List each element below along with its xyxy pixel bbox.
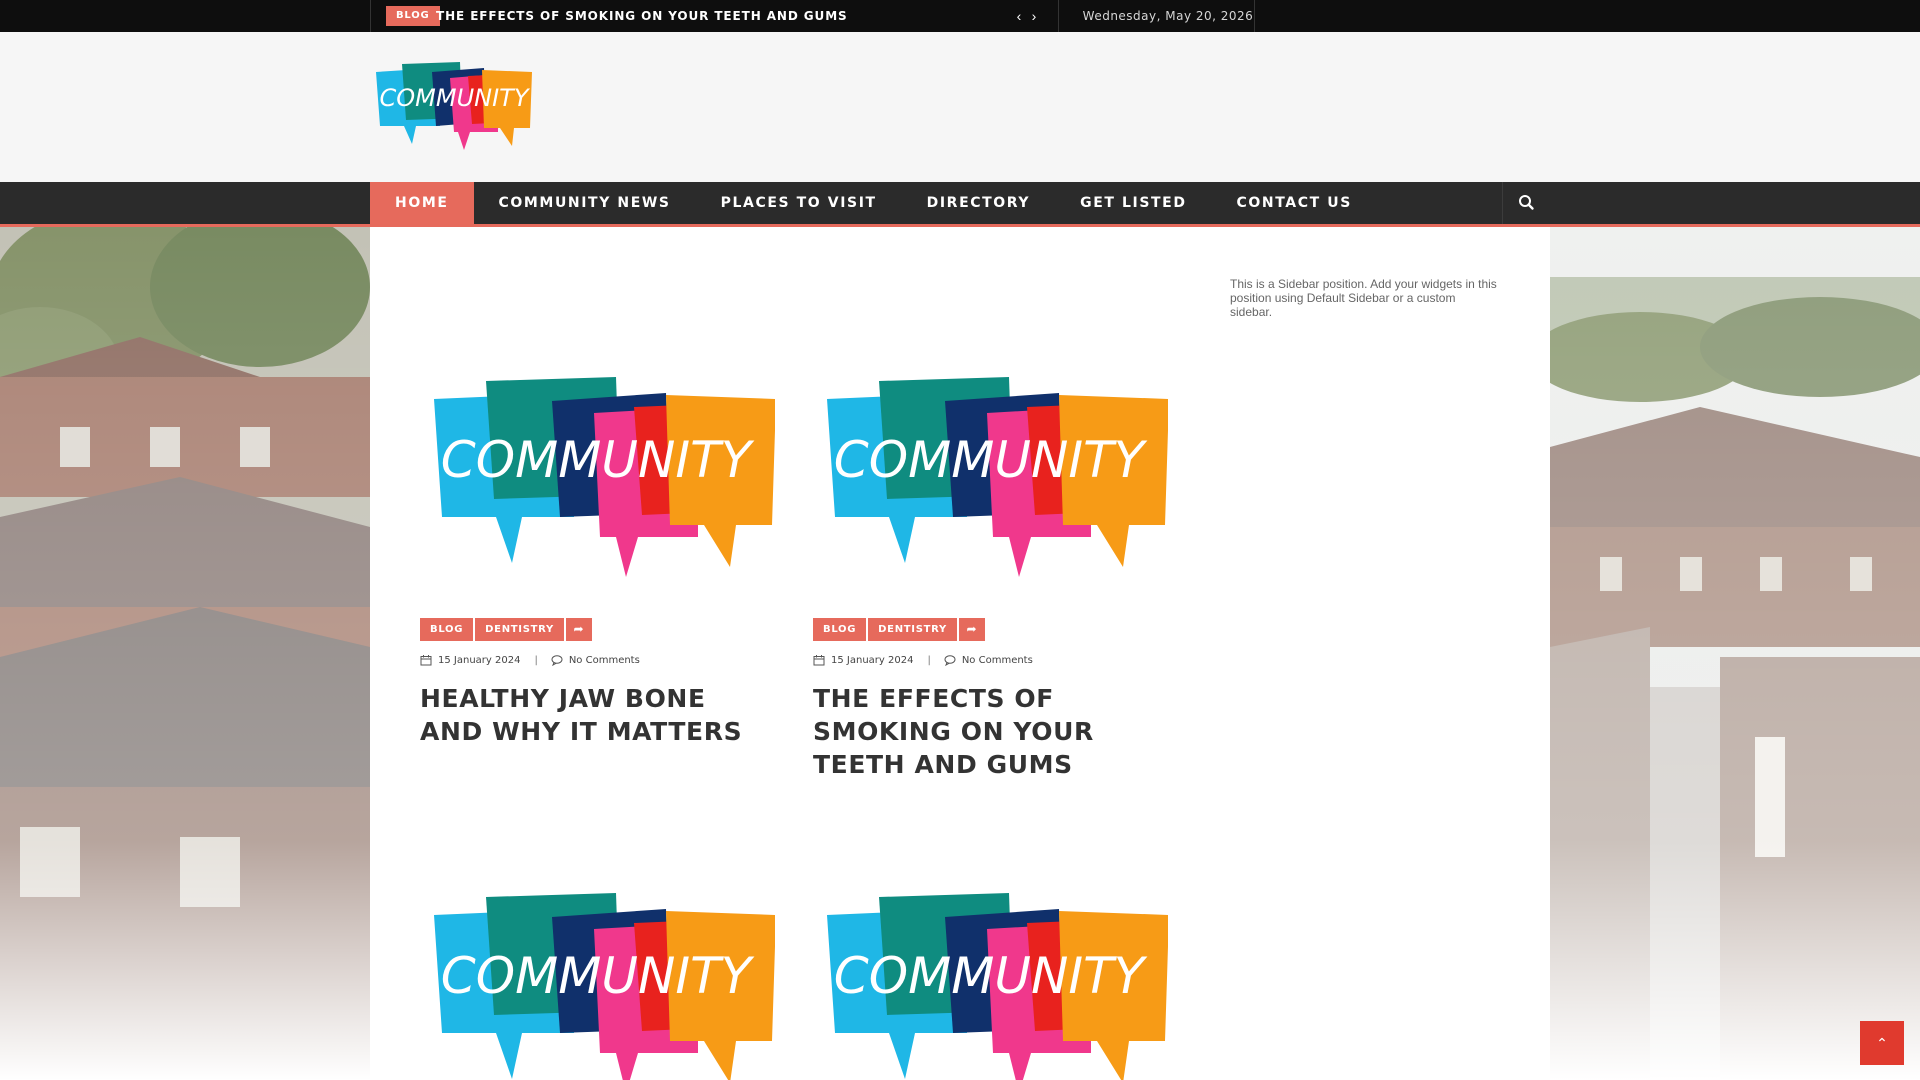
post-title-link[interactable]: THE EFFECTS OF SMOKING ON YOUR TEETH AND… xyxy=(813,682,1168,781)
post-tags: BLOG DENTISTRY ➦ xyxy=(813,618,1168,641)
nav-item-get-listed[interactable]: GET LISTED xyxy=(1055,182,1211,224)
post-thumbnail-logo: COMMUNITY xyxy=(434,377,775,577)
post-thumbnail-logo: COMMUNITY xyxy=(827,377,1168,577)
top-bar-inner: BLOG THE EFFECTS OF SMOKING ON YOUR TEET… xyxy=(370,0,1550,32)
calendar-icon xyxy=(420,655,432,666)
post-thumbnail[interactable]: COMMUNITY xyxy=(420,883,775,1080)
post-card: COMMUNITY BLOG DENTISTRY ➦ 15 January 20… xyxy=(420,367,775,748)
top-bar-divider xyxy=(370,0,371,32)
post-thumbnail-wordmark: COMMUNITY xyxy=(441,947,755,1005)
nav-item-places-to-visit[interactable]: PLACES TO VISIT xyxy=(696,182,902,224)
calendar-icon xyxy=(813,655,825,666)
nav-item-home[interactable]: HOME xyxy=(370,182,474,224)
nav-item-contact-us[interactable]: CONTACT US xyxy=(1212,182,1377,224)
post-thumbnail-wordmark: COMMUNITY xyxy=(441,431,755,489)
post-meta: 15 January 2024 | No Comments xyxy=(813,653,1168,667)
post-thumbnail-wordmark: COMMUNITY xyxy=(834,431,1148,489)
post-card: COMMUNITY BLOG DENTISTRY ➦ 15 January 20… xyxy=(813,367,1168,781)
nav-search-button[interactable] xyxy=(1502,182,1550,224)
main-navigation: HOME COMMUNITY NEWS PLACES TO VISIT DIRE… xyxy=(0,182,1920,227)
post-meta: 15 January 2024 | No Comments xyxy=(420,653,775,667)
post-date: 15 January 2024 xyxy=(438,654,521,666)
top-bar: BLOG THE EFFECTS OF SMOKING ON YOUR TEET… xyxy=(0,0,1920,32)
post-comments-link[interactable]: No Comments xyxy=(962,655,1033,666)
tag-dentistry[interactable]: DENTISTRY xyxy=(475,618,564,641)
nav-item-directory[interactable]: DIRECTORY xyxy=(902,182,1055,224)
share-icon[interactable]: ➦ xyxy=(958,618,985,641)
comment-icon xyxy=(551,655,563,666)
comment-icon xyxy=(944,655,956,666)
ticker-prev-arrow-icon[interactable]: ‹ xyxy=(1012,8,1026,24)
post-thumbnail[interactable]: COMMUNITY xyxy=(420,367,775,597)
nav-item-community-news[interactable]: COMMUNITY NEWS xyxy=(474,182,696,224)
site-header: COMMUNITY xyxy=(0,32,1920,182)
main-navigation-inner: HOME COMMUNITY NEWS PLACES TO VISIT DIRE… xyxy=(370,182,1550,224)
tag-dentistry[interactable]: DENTISTRY xyxy=(868,618,957,641)
top-bar-divider xyxy=(1058,0,1059,32)
chevron-up-icon: ⌃ xyxy=(1876,1035,1888,1051)
post-tags: BLOG DENTISTRY ➦ xyxy=(420,618,775,641)
tag-blog[interactable]: BLOG xyxy=(420,618,474,641)
site-logo[interactable]: COMMUNITY xyxy=(374,60,534,156)
post-thumbnail[interactable]: COMMUNITY xyxy=(813,883,1168,1080)
meta-separator: | xyxy=(927,654,931,666)
top-bar-divider xyxy=(1254,0,1255,32)
current-date: Wednesday, May 20, 2026 xyxy=(1082,9,1254,23)
share-icon[interactable]: ➦ xyxy=(565,618,592,641)
post-thumbnail-logo: COMMUNITY xyxy=(827,893,1168,1080)
search-icon xyxy=(1519,195,1534,210)
tag-blog[interactable]: BLOG xyxy=(813,618,867,641)
post-thumbnail-logo: COMMUNITY xyxy=(434,893,775,1080)
post-comments-link[interactable]: No Comments xyxy=(569,655,640,666)
post-thumbnail-wordmark: COMMUNITY xyxy=(834,947,1148,1005)
post-thumbnail[interactable]: COMMUNITY xyxy=(813,367,1168,597)
back-to-top-button[interactable]: ⌃ xyxy=(1860,1021,1904,1065)
post-card: COMMUNITY xyxy=(420,883,775,1080)
logo-wordmark: COMMUNITY xyxy=(380,84,531,112)
ticker-next-arrow-icon[interactable]: › xyxy=(1027,8,1041,24)
sidebar-placeholder-text: This is a Sidebar position. Add your wid… xyxy=(1230,277,1497,319)
post-card: COMMUNITY xyxy=(813,883,1168,1080)
ticker-headline-link[interactable]: THE EFFECTS OF SMOKING ON YOUR TEETH AND… xyxy=(436,0,848,32)
ticker-category-badge[interactable]: BLOG xyxy=(386,6,440,26)
meta-separator: | xyxy=(534,654,538,666)
main-content: COMMUNITY BLOG DENTISTRY ➦ 15 January 20… xyxy=(370,227,1550,1080)
post-date: 15 January 2024 xyxy=(831,654,914,666)
post-title-link[interactable]: HEALTHY JAW BONE AND WHY IT MATTERS xyxy=(420,682,775,748)
